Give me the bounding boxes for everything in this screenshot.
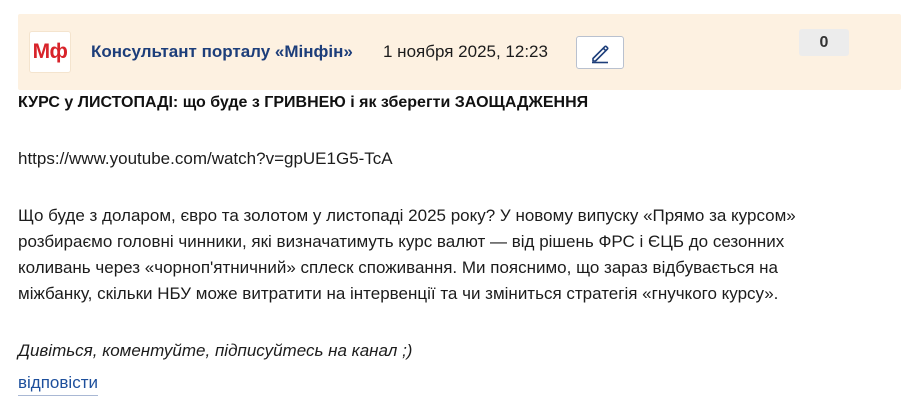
video-link-text: https://www.youtube.com/watch?v=gpUE1G5-… [18,149,393,168]
rating-counter: 0 [799,29,849,56]
body-line: Що буде з доларом, євро та золотом у лис… [18,206,796,225]
edit-button[interactable] [576,36,624,69]
reply-link[interactable]: відповісти [18,373,98,396]
minfin-logo[interactable]: Мф [30,32,70,72]
post-body: Що буде з доларом, євро та золотом у лис… [18,203,898,307]
comment-post: Мф Консультант порталу «Мінфін» 1 ноября… [0,0,912,414]
post-header: Мф Консультант порталу «Мінфін» 1 ноября… [18,14,901,90]
body-line: розбираємо головні чинники, які визначат… [18,232,785,251]
post-title: КУРС у ЛИСТОПАДІ: що буде з ГРИВНЕЮ і як… [18,94,589,111]
author-name[interactable]: Консультант порталу «Мінфін» [91,42,353,62]
body-line: міжбанку, скільки НБУ може витратити на … [18,284,779,303]
pencil-icon [592,44,609,63]
body-line: коливань через «чорноп'ятничний» сплеск … [18,258,779,277]
logo-text: Мф [32,40,68,63]
post-date: 1 ноября 2025, 12:23 [383,42,548,61]
post-signoff: Дивіться, коментуйте, підписуйтесь на ка… [18,341,413,360]
